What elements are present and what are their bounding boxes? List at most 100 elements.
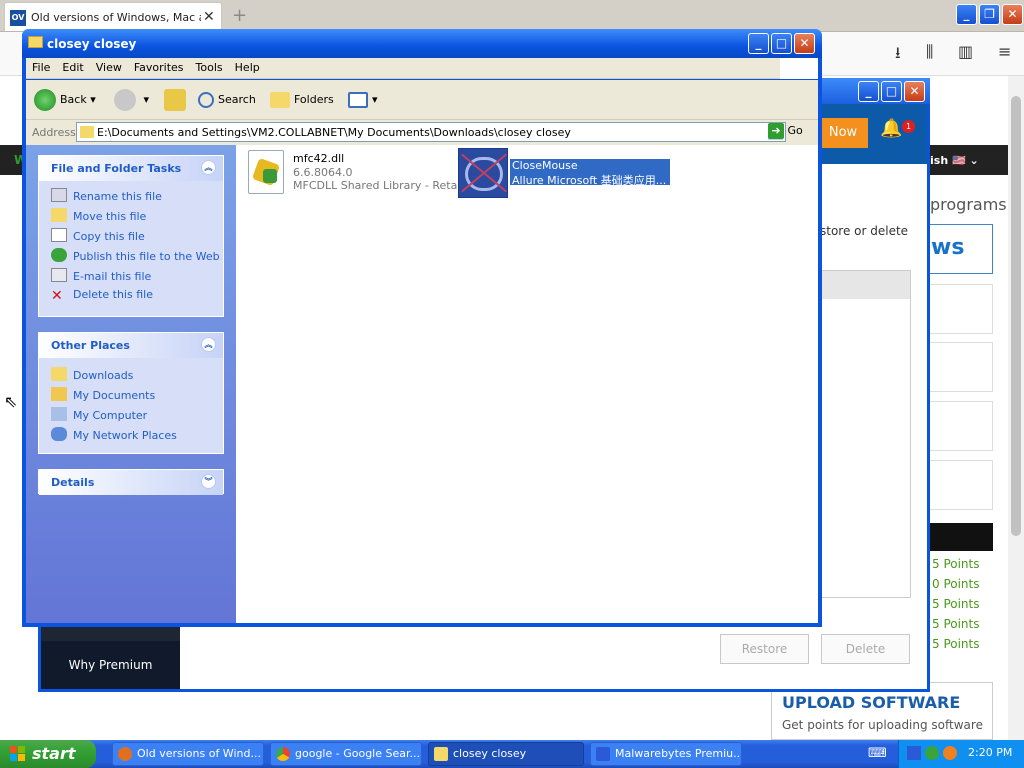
malwarebytes-tray-icon[interactable] xyxy=(907,746,921,760)
mb-close-button[interactable]: ✕ xyxy=(904,81,925,102)
rename-file-link[interactable]: Rename this file xyxy=(39,185,223,205)
chrome-icon xyxy=(276,747,290,761)
publish-file-link[interactable]: Publish this file to the Web xyxy=(39,245,223,265)
mouse-cursor-icon: ⇖ xyxy=(4,392,18,411)
network-icon xyxy=(51,427,67,441)
go-arrow-icon: ➜ xyxy=(768,123,784,139)
taskbar-item-google[interactable]: google - Google Sear... xyxy=(270,742,422,766)
search-button[interactable]: Search xyxy=(198,87,256,115)
address-bar: Address E:\Documents and Settings\VM2.CO… xyxy=(26,120,818,145)
site-favicon-icon: OV xyxy=(10,10,26,26)
mb-maximize-button[interactable]: □ xyxy=(881,81,902,102)
search-icon xyxy=(198,92,214,108)
my-network-places-link[interactable]: My Network Places xyxy=(39,424,223,444)
other-places-panel: Other Places ︽ Downloads My Documents My … xyxy=(38,332,224,454)
explorer-maximize-button[interactable]: □ xyxy=(771,33,792,54)
file-view[interactable] xyxy=(236,145,818,623)
back-arrow-icon xyxy=(34,89,56,111)
firefox-maximize-button[interactable]: ❐ xyxy=(979,4,1000,25)
forward-button[interactable]: ▾ xyxy=(114,87,149,115)
scrollbar-thumb[interactable] xyxy=(1011,96,1021,536)
upload-title: UPLOAD SOFTWARE xyxy=(782,693,961,712)
sidebar-icon[interactable]: ▥ xyxy=(958,42,973,61)
os-box[interactable] xyxy=(928,460,993,510)
menu-edit[interactable]: Edit xyxy=(56,58,89,74)
new-tab-icon[interactable]: + xyxy=(232,5,247,26)
explorer-close-button[interactable]: ✕ xyxy=(794,33,815,54)
collapse-chevron-icon[interactable]: ︽ xyxy=(201,160,216,175)
move-file-link[interactable]: Move this file xyxy=(39,205,223,225)
language-label: ish xyxy=(930,154,949,167)
quarantine-list xyxy=(820,270,911,598)
menu-favorites[interactable]: Favorites xyxy=(128,58,190,74)
os-box[interactable] xyxy=(928,342,993,392)
expand-chevron-icon[interactable]: ︾ xyxy=(201,474,216,489)
my-documents-icon xyxy=(51,387,67,401)
file-item-selected[interactable]: CloseMouse Allure Microsoft 基础类应用... xyxy=(458,148,670,198)
restore-button[interactable]: Restore xyxy=(720,634,809,664)
panel-header[interactable]: Other Places ︽ xyxy=(39,333,223,358)
os-box[interactable] xyxy=(928,284,993,334)
menu-bar: File Edit View Favorites Tools Help xyxy=(26,58,818,79)
panel-header[interactable]: Details ︾ xyxy=(39,470,223,495)
folder-icon xyxy=(28,36,43,48)
network-tray-icon[interactable] xyxy=(925,746,939,760)
file-name: CloseMouse xyxy=(512,159,578,172)
library-icon[interactable]: ⫼ xyxy=(926,42,933,62)
go-button[interactable]: ➜ Go xyxy=(768,123,803,139)
taskbar-item-firefox-oldversions[interactable]: Old versions of Wind... xyxy=(112,742,264,766)
panel-header[interactable]: File and Folder Tasks ︽ xyxy=(39,156,223,181)
taskbar-item-closey[interactable]: closey closey xyxy=(428,742,584,766)
folders-button[interactable]: Folders xyxy=(270,87,334,115)
buy-now-button[interactable]: Now xyxy=(818,118,868,148)
menu-tools[interactable]: Tools xyxy=(190,58,229,74)
taskbar-item-malwarebytes[interactable]: Malwarebytes Premiu... xyxy=(590,742,742,766)
download-icon[interactable]: ⭳ xyxy=(895,42,901,69)
menu-view[interactable]: View xyxy=(90,58,128,74)
my-computer-link[interactable]: My Computer xyxy=(39,404,223,424)
windows-logo-text[interactable]: ws xyxy=(926,224,993,274)
my-documents-link[interactable]: My Documents xyxy=(39,384,223,404)
details-panel: Details ︾ xyxy=(38,469,224,495)
address-input[interactable]: E:\Documents and Settings\VM2.COLLABNET\… xyxy=(76,122,786,142)
language-selector[interactable]: ish 🇺🇸 ⌄ xyxy=(926,145,1008,175)
firefox-minimize-button[interactable]: _ xyxy=(956,4,977,25)
windows-logo-icon xyxy=(780,58,818,79)
explorer-minimize-button[interactable]: _ xyxy=(748,33,769,54)
downloads-link[interactable]: Downloads xyxy=(39,364,223,384)
tab-title: Old versions of Windows, Mac and xyxy=(31,11,201,24)
mb-minimize-button[interactable]: _ xyxy=(858,81,879,102)
start-label: start xyxy=(32,744,76,763)
upload-subtitle: Get points for uploading software xyxy=(782,718,983,732)
keyboard-icon[interactable]: ⌨ xyxy=(868,746,887,761)
forward-arrow-icon xyxy=(114,89,136,111)
firefox-tab[interactable]: OV Old versions of Windows, Mac and ✕ xyxy=(4,2,222,31)
window-title: closey closey xyxy=(47,37,137,51)
firefox-close-button[interactable]: ✕ xyxy=(1002,4,1023,25)
os-box[interactable] xyxy=(928,401,993,451)
closemouse-app-icon xyxy=(458,148,508,198)
menu-icon[interactable]: ≡ xyxy=(998,42,1011,61)
why-premium-link[interactable]: Why Premium xyxy=(41,641,180,689)
delete-file-link[interactable]: ✕ Delete this file xyxy=(39,285,223,305)
file-item[interactable]: mfc42.dll 6.6.8064.0 MFCDLL Shared Libra… xyxy=(246,150,471,198)
views-button[interactable]: ▾ xyxy=(348,87,378,115)
quarantine-list-header xyxy=(821,271,910,299)
email-icon xyxy=(51,268,67,282)
collapse-chevron-icon[interactable]: ︽ xyxy=(201,337,216,352)
copy-file-link[interactable]: Copy this file xyxy=(39,225,223,245)
up-folder-button[interactable] xyxy=(164,87,190,115)
close-tab-icon[interactable]: ✕ xyxy=(203,9,215,25)
firefox-icon xyxy=(118,747,132,761)
points-value: 5 Points xyxy=(932,617,980,631)
explorer-titlebar: closey closey _ □ ✕ xyxy=(22,29,822,58)
start-button[interactable]: start xyxy=(0,740,96,768)
email-file-link[interactable]: E-mail this file xyxy=(39,265,223,285)
move-icon xyxy=(51,208,67,222)
menu-file[interactable]: File xyxy=(26,58,56,74)
back-button[interactable]: Back ▾ xyxy=(34,87,96,115)
search-tray-icon[interactable] xyxy=(943,746,957,760)
menu-help[interactable]: Help xyxy=(229,58,266,74)
scrollbar[interactable] xyxy=(1008,76,1024,740)
delete-button[interactable]: Delete xyxy=(821,634,910,664)
